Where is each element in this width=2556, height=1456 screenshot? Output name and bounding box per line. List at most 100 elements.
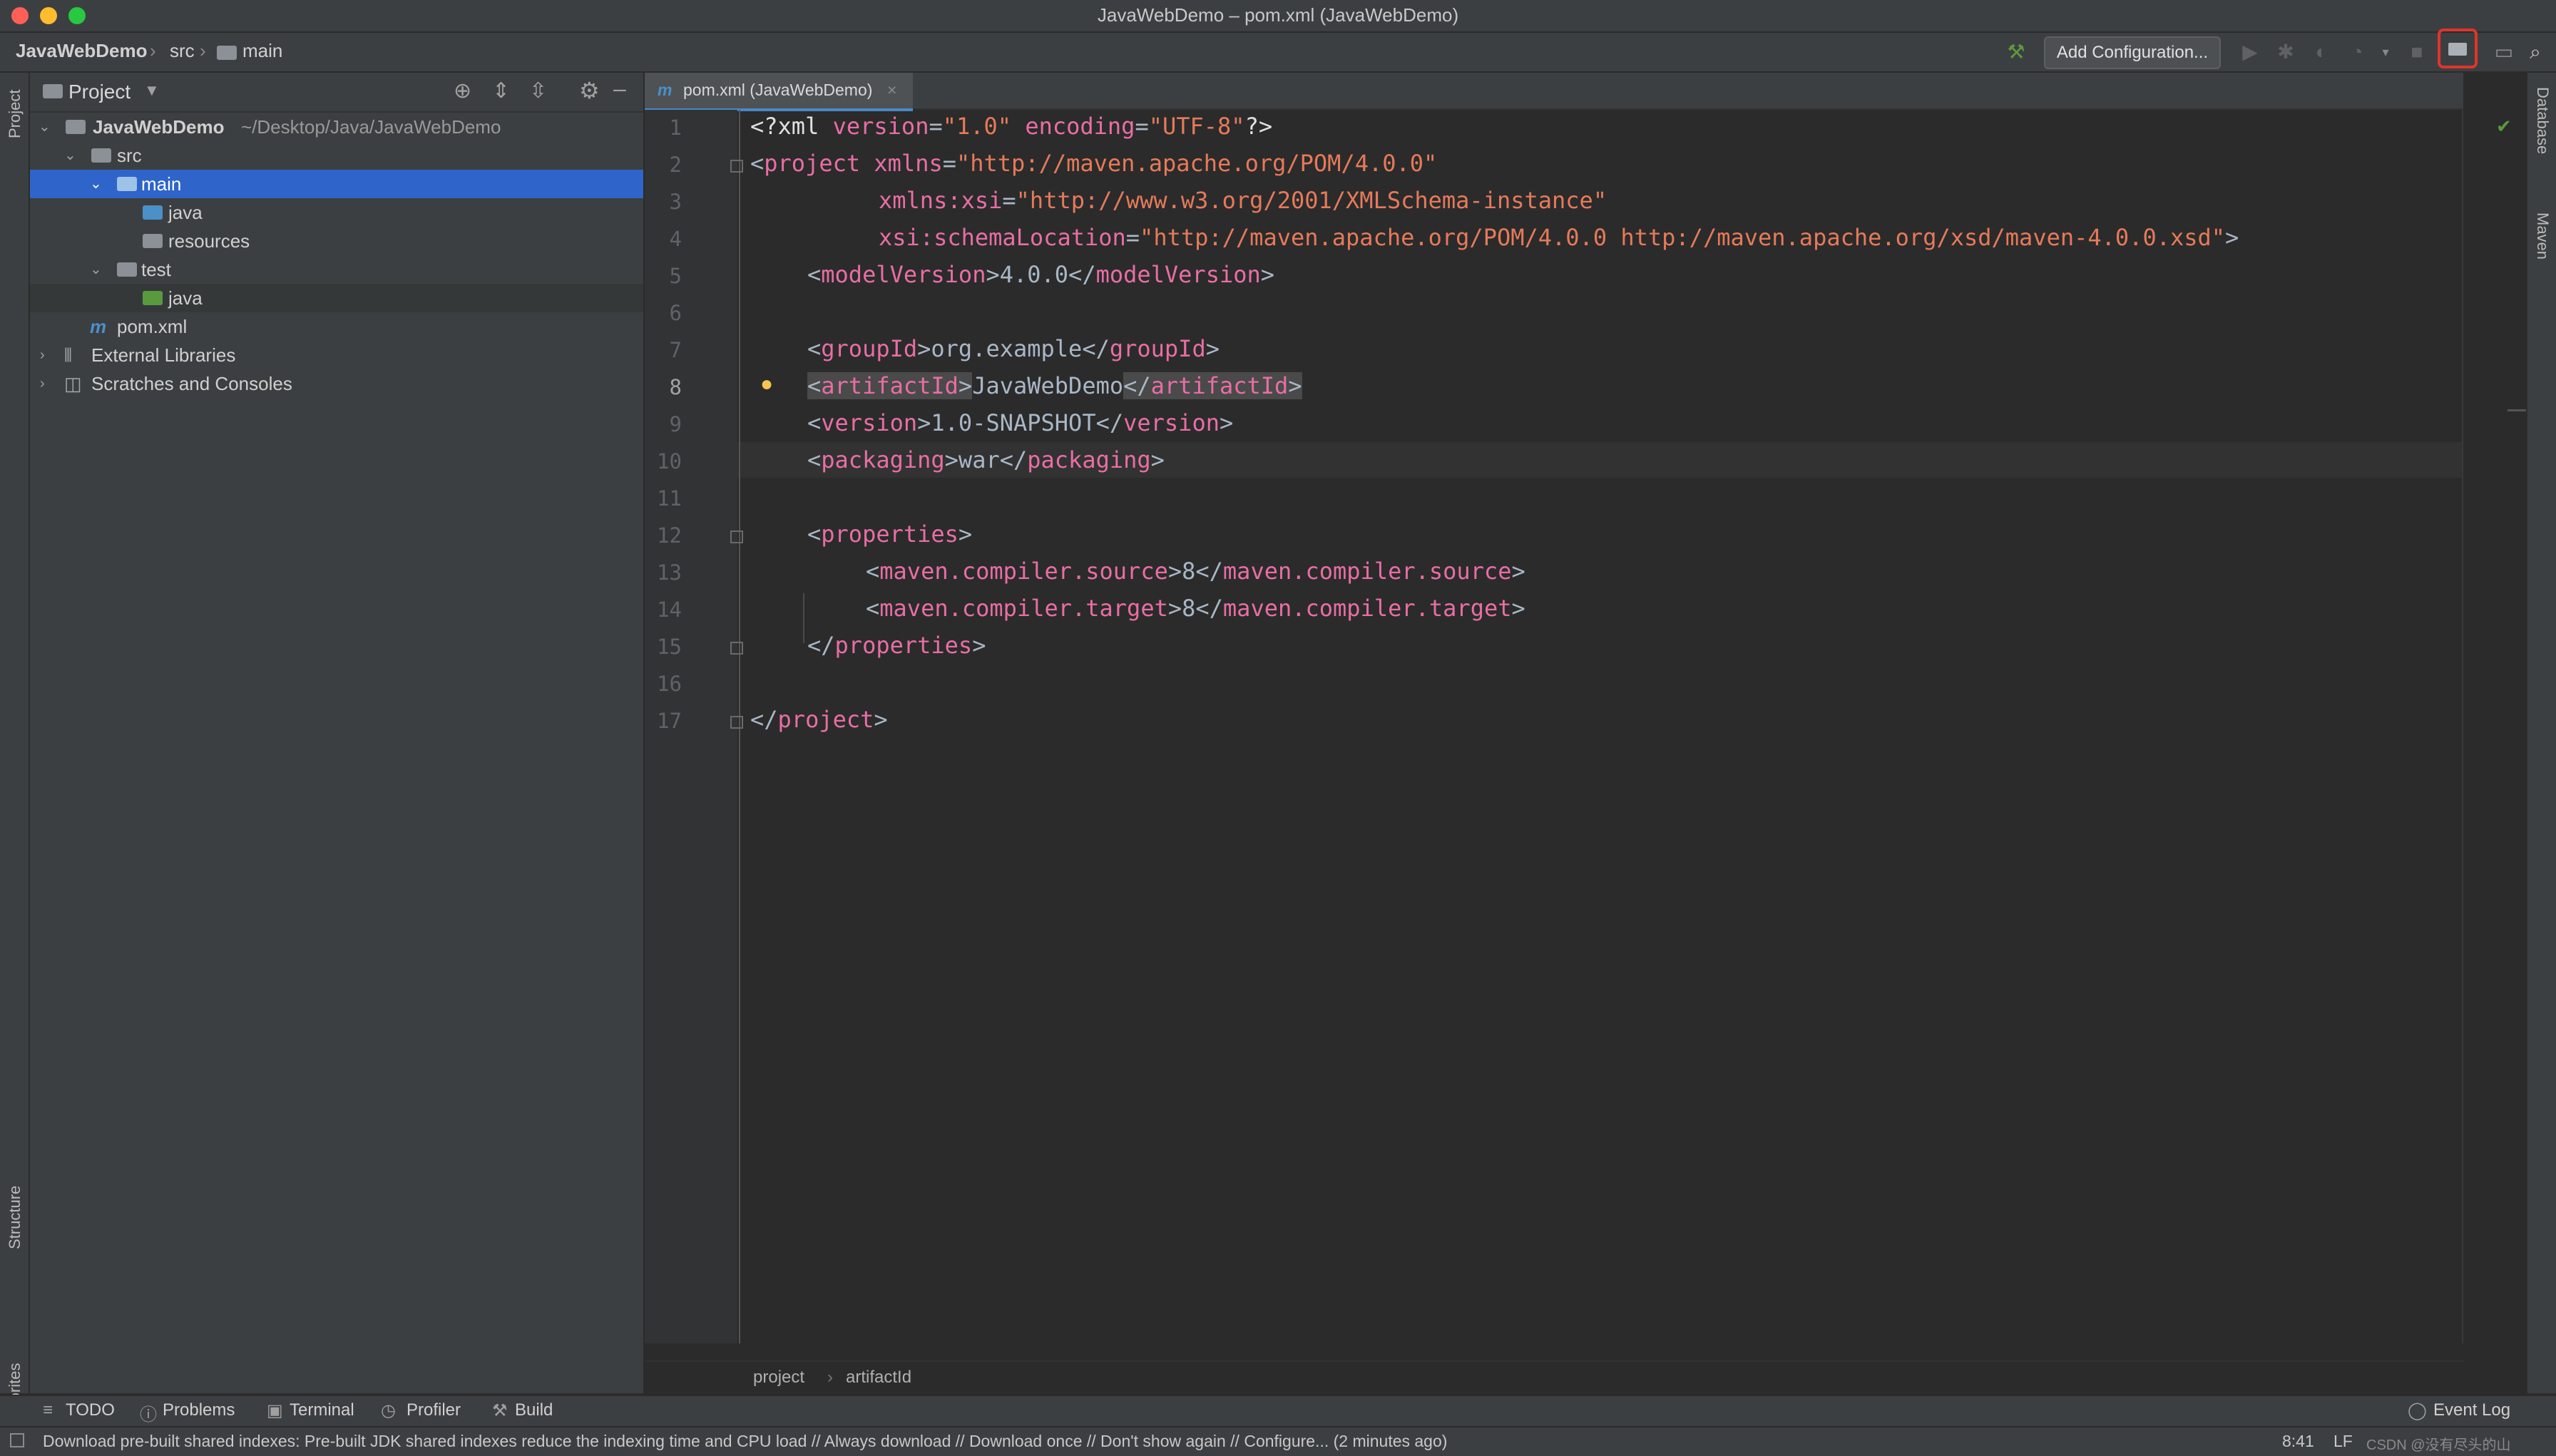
tree-item-src[interactable]: ⌄ src: [30, 141, 643, 170]
tree-item-label: resources: [168, 230, 250, 252]
tree-item-external-libraries[interactable]: › ⫴ External Libraries: [30, 341, 643, 369]
editor-area: m pom.xml (JavaWebDemo) × 1 2 3 4 5 6 7 8 9 10 11 1…: [645, 73, 2529, 1395]
problems-tool-button[interactable]: Problems: [163, 1400, 235, 1420]
xml-tag: maven.compiler.source: [1222, 558, 1512, 585]
code-line-12[interactable]: <properties>: [807, 521, 972, 548]
event-log-button[interactable]: Event Log: [2433, 1400, 2510, 1420]
xml-text: org.example: [931, 335, 1083, 362]
fold-marker-icon[interactable]: [730, 530, 743, 543]
fold-marker-icon[interactable]: [730, 160, 743, 173]
coverage-icon[interactable]: ◐: [2308, 39, 2335, 66]
locate-file-icon[interactable]: ⊕: [454, 78, 471, 103]
build-hammer-icon[interactable]: ⚒: [2003, 39, 2030, 66]
tree-item-main-java[interactable]: java: [30, 198, 643, 227]
maven-tool-tab[interactable]: Maven: [2533, 212, 2552, 260]
code-line-10[interactable]: <packaging>war</packaging>: [807, 446, 1165, 473]
build-tool-button[interactable]: Build: [515, 1400, 553, 1420]
chevron-down-icon[interactable]: ⌄: [90, 255, 102, 284]
code-line-15[interactable]: </properties>: [807, 632, 986, 659]
chevron-down-icon[interactable]: ▾: [2372, 39, 2399, 66]
intention-bulb-icon[interactable]: ●: [760, 372, 773, 396]
project-structure-button[interactable]: [2438, 29, 2478, 68]
project-view-icon: [43, 84, 63, 98]
breadcrumb-project-tag[interactable]: project: [753, 1368, 804, 1388]
add-configuration-button[interactable]: Add Configuration...: [2044, 36, 2221, 69]
profiler-tool-button[interactable]: Profiler: [407, 1400, 461, 1420]
tab-pom-xml[interactable]: m pom.xml (JavaWebDemo) ×: [645, 73, 913, 111]
stop-icon[interactable]: ■: [2403, 39, 2430, 66]
database-tool-tab[interactable]: Database: [2533, 87, 2552, 154]
library-icon: ⫴: [64, 344, 72, 366]
test-folder-icon: [143, 291, 163, 305]
xml-attr: version: [832, 113, 929, 140]
tree-item-label: pom.xml: [117, 316, 188, 337]
breadcrumb-main[interactable]: main: [242, 40, 282, 62]
run-icon[interactable]: ▶: [2236, 39, 2264, 66]
breadcrumb-artifactid-tag[interactable]: artifactId: [846, 1368, 911, 1388]
line-number: 7: [669, 338, 682, 362]
xml-tag: version: [821, 409, 918, 436]
chevron-down-icon[interactable]: ▼: [144, 81, 160, 100]
terminal-tool-button[interactable]: Terminal: [290, 1400, 354, 1420]
xml-tag: properties: [821, 521, 959, 548]
fold-marker-icon[interactable]: [730, 642, 743, 655]
code-line-8[interactable]: <artifactId>JavaWebDemo</artifactId>: [807, 372, 1302, 399]
tree-item-label: External Libraries: [91, 344, 236, 366]
tree-item-test[interactable]: ⌄ test: [30, 255, 643, 284]
project-tool-tab[interactable]: Project: [6, 90, 24, 138]
fold-marker-icon[interactable]: [730, 716, 743, 729]
tree-item-project-root[interactable]: ⌄ JavaWebDemo ~/Desktop/Java/JavaWebDemo: [30, 113, 643, 141]
code-line-1[interactable]: <?xml version="1.0" encoding="UTF-8"?>: [750, 113, 1272, 140]
line-number: 3: [669, 190, 682, 214]
gear-icon[interactable]: ⚙: [579, 77, 600, 104]
chevron-right-icon[interactable]: ›: [40, 369, 45, 398]
tree-item-main[interactable]: ⌄ main: [30, 170, 643, 198]
structure-tool-tab[interactable]: Structure: [6, 1186, 24, 1249]
maven-file-icon: m: [658, 81, 673, 99]
tree-item-test-java[interactable]: java: [30, 284, 643, 312]
caret-position[interactable]: 8:41: [2282, 1432, 2314, 1451]
expand-all-icon[interactable]: ⇕: [492, 78, 510, 103]
collapse-all-icon[interactable]: ⇳: [529, 78, 547, 103]
code-line-4[interactable]: xsi:schemaLocation="http://maven.apache.…: [879, 224, 2239, 251]
hide-panel-icon[interactable]: –: [613, 76, 626, 102]
build-icon: ⚒: [492, 1401, 508, 1420]
breadcrumb-project[interactable]: JavaWebDemo: [16, 40, 148, 62]
line-number: 10: [657, 449, 682, 473]
chevron-down-icon[interactable]: ⌄: [39, 113, 51, 141]
chevron-down-icon[interactable]: ⌄: [64, 141, 76, 170]
status-toggle-icon[interactable]: [10, 1433, 24, 1447]
problems-icon: ⓘ: [140, 1405, 157, 1425]
code-line-2[interactable]: <project xmlns="http://maven.apache.org/…: [750, 150, 1437, 177]
profile-icon[interactable]: ◔: [2343, 39, 2371, 66]
chevron-right-icon[interactable]: ›: [40, 341, 45, 369]
debug-icon[interactable]: ✱: [2272, 39, 2299, 66]
editor-tab-bar: m pom.xml (JavaWebDemo) ×: [645, 73, 2463, 111]
close-tab-icon[interactable]: ×: [887, 73, 896, 107]
scratches-icon: ◫: [64, 373, 82, 394]
code-line-5[interactable]: <modelVersion>4.0.0</modelVersion>: [807, 261, 1274, 288]
status-message[interactable]: Download pre-built shared indexes: Pre-b…: [43, 1432, 1447, 1451]
tree-item-label: src: [117, 145, 142, 166]
tree-item-scratches[interactable]: › ◫ Scratches and Consoles: [30, 369, 643, 398]
code-line-7[interactable]: <groupId>org.example</groupId>: [807, 335, 1220, 362]
code-line-3[interactable]: xmlns:xsi="http://www.w3.org/2001/XMLSch…: [879, 187, 1607, 214]
code-line-9[interactable]: <version>1.0-SNAPSHOT</version>: [807, 409, 1233, 436]
tree-item-resources[interactable]: resources: [30, 227, 643, 255]
code-line-17[interactable]: </project>: [750, 706, 888, 733]
code-line-14[interactable]: <maven.compiler.target>8</maven.compiler…: [866, 595, 1525, 622]
line-number: 14: [657, 598, 682, 622]
line-separator[interactable]: LF: [2333, 1432, 2353, 1451]
code-line-13[interactable]: <maven.compiler.source>8</maven.compiler…: [866, 558, 1525, 585]
chevron-down-icon[interactable]: ⌄: [90, 170, 102, 198]
folder-icon: [91, 148, 111, 163]
todo-tool-button[interactable]: TODO: [66, 1400, 115, 1420]
resources-folder-icon: [143, 234, 163, 248]
search-icon[interactable]: ⌕: [2522, 39, 2549, 66]
tree-item-pom[interactable]: m pom.xml: [30, 312, 643, 341]
tree-item-path: ~/Desktop/Java/JavaWebDemo: [241, 116, 501, 138]
project-panel-title[interactable]: Project: [68, 81, 131, 103]
terminal-window-icon[interactable]: ▭: [2490, 39, 2517, 66]
breadcrumb-src[interactable]: src: [170, 40, 195, 62]
inspection-ok-icon[interactable]: ✔: [2496, 116, 2512, 138]
